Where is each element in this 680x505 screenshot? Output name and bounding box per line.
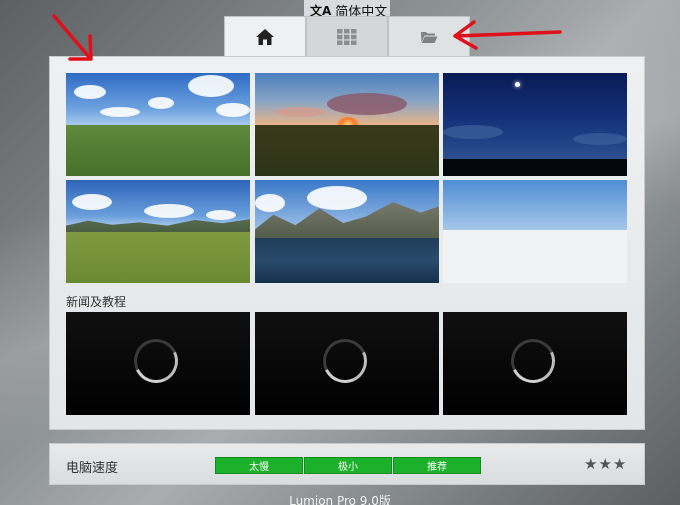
news-item[interactable]: [255, 312, 439, 415]
tab-home[interactable]: [224, 16, 306, 56]
scene-thumbnail[interactable]: [255, 73, 439, 176]
speed-segment-recommended: 推荐: [393, 457, 481, 474]
computer-speed-bar: 电脑速度 太慢 极小 推荐 ★★★: [49, 443, 645, 485]
news-item[interactable]: [66, 312, 250, 415]
home-icon: [256, 28, 274, 45]
loading-spinner-icon: [127, 332, 185, 390]
news-section-title: 新闻及教程: [66, 295, 127, 309]
scene-thumbnail[interactable]: [66, 73, 250, 176]
annotation-arrow-icon: [453, 20, 562, 50]
tab-bar: [224, 16, 470, 56]
news-item[interactable]: [443, 312, 627, 415]
loading-spinner-icon: [504, 332, 562, 390]
scene-thumbnail[interactable]: [66, 180, 250, 283]
grid-icon: [337, 28, 357, 45]
loading-spinner-icon: [316, 332, 374, 390]
annotation-arrow-icon: [52, 14, 93, 61]
speed-stars-icon: ★★★: [584, 455, 628, 473]
tab-grid[interactable]: [306, 16, 388, 56]
computer-speed-label: 电脑速度: [66, 461, 119, 476]
speed-segment-slow: 太慢: [215, 457, 303, 474]
scene-thumbnail[interactable]: [255, 180, 439, 283]
speed-segment-minimal: 极小: [304, 457, 392, 474]
scene-thumbnail[interactable]: [443, 180, 627, 283]
version-footer: Lumion Pro 9.0版: [289, 494, 391, 505]
scene-thumbnail[interactable]: [443, 73, 627, 176]
folder-icon: [421, 31, 438, 43]
